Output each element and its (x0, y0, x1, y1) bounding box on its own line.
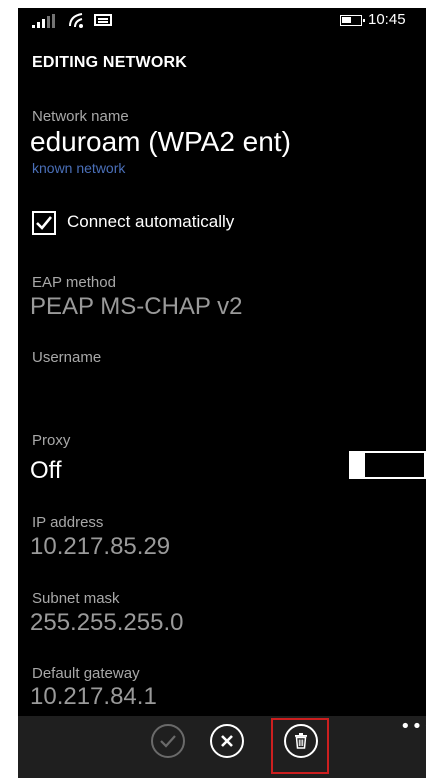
proxy-value: Off (30, 457, 62, 484)
app-bar: ••• (18, 716, 426, 778)
default-gateway-label: Default gateway (32, 665, 140, 682)
cancel-icon (221, 735, 233, 747)
clock: 10:45 (368, 11, 406, 28)
ip-address-value: 10.217.85.29 (30, 533, 171, 560)
username-label: Username (32, 349, 102, 366)
network-name-label: Network name (32, 108, 129, 125)
proxy-toggle[interactable] (349, 451, 426, 479)
connect-automatically-checkbox[interactable] (32, 211, 56, 235)
check-icon (36, 216, 53, 230)
check-icon (160, 735, 176, 748)
more-button[interactable]: ••• (400, 716, 426, 737)
subnet-mask-value: 255.255.255.0 (30, 609, 184, 636)
connect-automatically-label[interactable]: Connect automatically (67, 212, 234, 232)
page-title: EDITING NETWORK (32, 54, 187, 71)
status-bar: 10:45 (18, 8, 426, 32)
network-status: known network (32, 160, 126, 176)
network-name-value: eduroam (WPA2 ent) (30, 126, 291, 157)
battery-icon (340, 15, 365, 26)
subnet-mask-label: Subnet mask (32, 590, 120, 607)
delete-icon (295, 733, 307, 749)
message-icon (94, 14, 112, 26)
eap-method-value[interactable]: PEAP MS-CHAP v2 (30, 293, 243, 321)
proxy-label: Proxy (32, 432, 71, 449)
wifi-icon (68, 12, 88, 30)
signal-icon (32, 14, 58, 28)
phone-screen: 10:45 EDITING NETWORK Network name eduro… (18, 8, 426, 778)
cancel-button[interactable] (210, 724, 244, 758)
delete-button[interactable] (284, 724, 318, 758)
default-gateway-value: 10.217.84.1 (30, 683, 157, 710)
save-button[interactable] (151, 724, 185, 758)
ip-address-label: IP address (32, 514, 104, 531)
eap-method-label: EAP method (32, 274, 116, 291)
